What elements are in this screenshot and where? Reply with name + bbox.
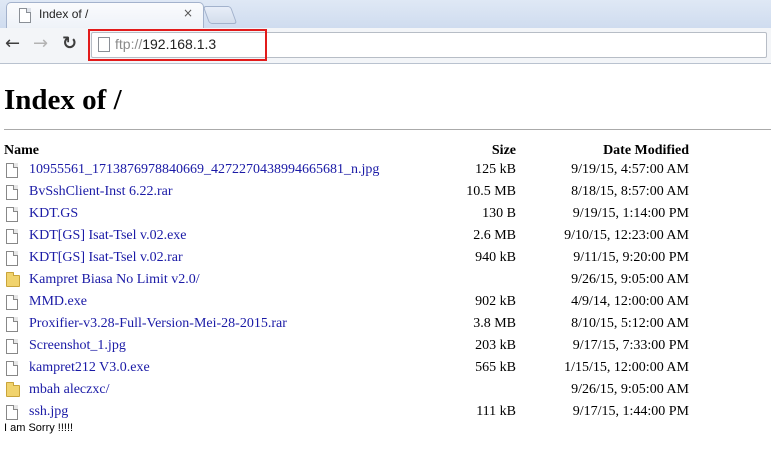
file-name-link[interactable]: ssh.jpg (29, 404, 68, 420)
file-size: 902 kB (475, 294, 516, 309)
column-header-size[interactable]: Size (420, 143, 516, 159)
file-icon (6, 317, 18, 332)
list-item[interactable]: 10955561_1713876978840669_42722704389946… (4, 161, 694, 183)
file-date: 9/26/15, 9:05:00 AM (571, 272, 689, 287)
file-name-link[interactable]: 10955561_1713876978840669_42722704389946… (29, 162, 379, 178)
file-name-link[interactable]: KDT.GS (29, 206, 78, 222)
file-icon (6, 229, 18, 244)
file-date: 4/9/14, 12:00:00 AM (571, 294, 689, 309)
footer-text: I am Sorry !!!!! (4, 422, 74, 434)
address-highlight-box (88, 29, 267, 61)
file-date: 9/17/15, 7:33:00 PM (572, 338, 689, 353)
page-icon (19, 8, 31, 23)
list-item[interactable]: KDT.GS 130 B 9/19/15, 1:14:00 PM (4, 205, 694, 227)
file-icon (6, 163, 18, 178)
file-name-link[interactable]: Kampret Biasa No Limit v2.0/ (29, 272, 200, 288)
file-size: 203 kB (475, 338, 516, 353)
file-name-link[interactable]: kampret212 V3.0.exe (29, 360, 150, 376)
browser-tab[interactable]: Index of / × (6, 2, 204, 29)
reload-icon[interactable]: ↻ (62, 33, 77, 54)
file-size: 2.6 MB (473, 228, 516, 243)
file-date: 9/26/15, 9:05:00 AM (571, 382, 689, 397)
new-tab-button[interactable] (202, 6, 238, 24)
list-item[interactable]: Proxifier-v3.28-Full-Version-Mei-28-2015… (4, 315, 694, 337)
list-item[interactable]: BvSshClient-Inst 6.22.rar 10.5 MB 8/18/15,… (4, 183, 694, 205)
list-item[interactable]: KDT[GS] Isat-Tsel v.02.rar 940 kB 9/11/15,… (4, 249, 694, 271)
tab-title: Index of / (39, 7, 89, 21)
file-size: 125 kB (475, 162, 516, 177)
divider (4, 129, 771, 130)
file-name-link[interactable]: KDT[GS] Isat-Tsel v.02.rar (29, 250, 183, 266)
file-size: 111 kB (476, 404, 516, 419)
list-item[interactable]: MMD.exe 902 kB 4/9/14, 12:00:00 AM (4, 293, 694, 315)
column-header-name[interactable]: Name (4, 143, 39, 159)
file-size: 565 kB (475, 360, 516, 375)
file-icon (6, 339, 18, 354)
list-item[interactable]: Kampret Biasa No Limit v2.0/9/26/15, 9:0… (4, 271, 694, 293)
forward-arrow-icon[interactable]: → (33, 33, 48, 54)
file-date: 1/15/15, 12:00:00 AM (564, 360, 689, 375)
file-name-link[interactable]: MMD.exe (29, 294, 87, 310)
file-icon (6, 361, 18, 376)
file-name-link[interactable]: KDT[GS] Isat-Tsel v.02.exe (29, 228, 187, 244)
file-icon (6, 207, 18, 222)
file-icon (6, 251, 18, 266)
file-date: 9/19/15, 1:14:00 PM (572, 206, 689, 221)
file-date: 9/11/15, 9:20:00 PM (573, 250, 689, 265)
list-item[interactable]: mbah aleczxc/9/26/15, 9:05:00 AM (4, 381, 694, 403)
back-arrow-icon[interactable]: ← (5, 33, 20, 54)
file-icon (6, 295, 18, 310)
file-date: 9/19/15, 4:57:00 AM (571, 162, 689, 177)
list-item[interactable]: ssh.jpg 111 kB 9/17/15, 1:44:00 PM (4, 403, 694, 425)
file-size: 940 kB (475, 250, 516, 265)
file-date: 8/18/15, 8:57:00 AM (571, 184, 689, 199)
column-header-date[interactable]: Date Modified (540, 143, 689, 159)
folder-icon (6, 382, 20, 397)
file-name-link[interactable]: Proxifier-v3.28-Full-Version-Mei-28-2015… (29, 316, 287, 332)
file-date: 8/10/15, 5:12:00 AM (571, 316, 689, 331)
file-name-link[interactable]: BvSshClient-Inst 6.22.rar (29, 184, 173, 200)
list-item[interactable]: Screenshot_1.jpg 203 kB 9/17/15, 7:33:00 P… (4, 337, 694, 359)
file-icon (6, 185, 18, 200)
file-size: 3.8 MB (473, 316, 516, 331)
folder-icon (6, 272, 20, 287)
close-icon[interactable]: × (183, 6, 193, 20)
file-name-link[interactable]: Screenshot_1.jpg (29, 338, 126, 354)
file-date: 9/17/15, 1:44:00 PM (572, 404, 689, 419)
file-size: 130 B (482, 206, 516, 221)
page-title: Index of / (4, 84, 122, 116)
list-item[interactable]: kampret212 V3.0.exe 565 kB 1/15/15, 12:00:… (4, 359, 694, 381)
file-icon (6, 405, 18, 420)
file-size: 10.5 MB (466, 184, 516, 199)
file-date: 9/10/15, 12:23:00 AM (564, 228, 689, 243)
list-item[interactable]: KDT[GS] Isat-Tsel v.02.exe 2.6 MB 9/10/15,… (4, 227, 694, 249)
tab-strip: Index of / × (0, 0, 771, 29)
file-name-link[interactable]: mbah aleczxc/ (29, 382, 109, 398)
